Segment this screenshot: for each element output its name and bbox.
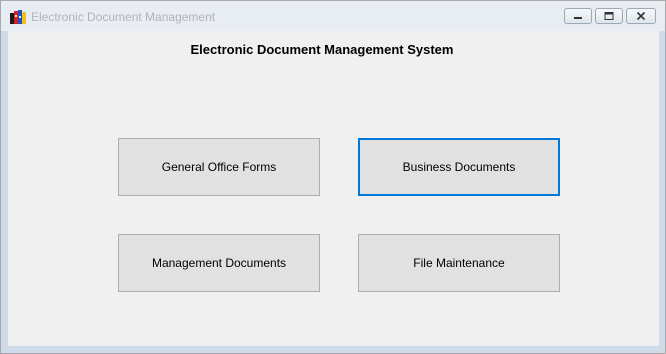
client-area: Electronic Document Management System Ge… bbox=[8, 31, 659, 346]
page-title: Electronic Document Management System bbox=[190, 42, 454, 57]
window-title: Electronic Document Management bbox=[31, 10, 216, 24]
restore-button[interactable] bbox=[595, 8, 623, 24]
minimize-button[interactable] bbox=[564, 8, 592, 24]
general-office-forms-button[interactable]: General Office Forms bbox=[118, 138, 320, 196]
title-bar[interactable]: Electronic Document Management bbox=[1, 1, 665, 32]
file-maintenance-button[interactable]: File Maintenance bbox=[358, 234, 560, 292]
minimize-icon bbox=[574, 17, 582, 19]
business-documents-button[interactable]: Business Documents bbox=[358, 138, 560, 196]
close-icon bbox=[636, 11, 646, 21]
app-window: Electronic Document Management Electroni… bbox=[0, 0, 666, 354]
management-documents-button[interactable]: Management Documents bbox=[118, 234, 320, 292]
restore-icon bbox=[604, 12, 614, 20]
window-controls bbox=[564, 8, 656, 26]
app-icon[interactable] bbox=[10, 10, 26, 24]
close-button[interactable] bbox=[626, 8, 656, 24]
